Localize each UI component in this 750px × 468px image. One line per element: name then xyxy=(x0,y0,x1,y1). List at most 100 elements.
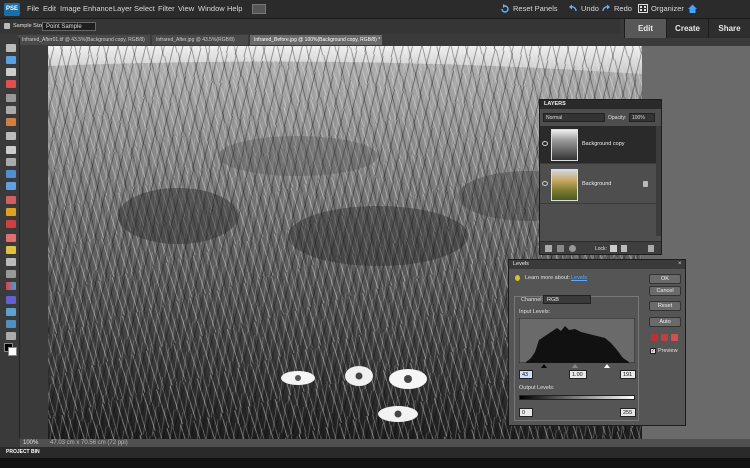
doc-tab-after01[interactable]: Infrared_After01.tif @ 43.5%(Background … xyxy=(18,35,150,45)
layer-mask-icon[interactable] xyxy=(569,245,576,252)
zoom-level[interactable]: 100% xyxy=(23,439,38,447)
blend-mode-select[interactable]: Normal xyxy=(543,113,605,122)
clone-stamp-tool-icon[interactable] xyxy=(6,220,16,228)
white-point-eyedropper-icon[interactable] xyxy=(671,334,678,341)
output-levels-label: Output Levels: xyxy=(519,385,555,391)
levels-dialog-title: Levels xyxy=(509,260,685,269)
input-black-slider[interactable] xyxy=(541,364,547,368)
new-layer-icon[interactable] xyxy=(545,245,552,252)
input-gamma-field[interactable]: 1.00 xyxy=(569,370,587,379)
learn-more-link[interactable]: Levels xyxy=(571,275,587,281)
red-eye-tool-icon[interactable] xyxy=(6,196,16,204)
lock-all-icon[interactable] xyxy=(621,245,627,252)
shape-tool-icon[interactable] xyxy=(6,296,16,304)
adjustment-layer-icon[interactable] xyxy=(557,245,564,252)
type-tool-icon[interactable] xyxy=(6,146,16,154)
crop-tool-icon[interactable] xyxy=(6,158,16,166)
tab-create[interactable]: Create xyxy=(666,19,708,38)
lock-label: Lock: xyxy=(595,246,607,252)
histogram xyxy=(519,318,635,363)
input-white-slider[interactable] xyxy=(604,364,610,368)
layer-row-background[interactable]: Background xyxy=(540,166,656,204)
output-black-field[interactable]: 0 xyxy=(519,408,533,417)
cancel-button[interactable]: Cancel xyxy=(649,286,681,296)
undo-button[interactable]: Undo xyxy=(568,4,599,13)
doc-tab-before[interactable]: Infrared_Before.jpg @ 100%(Background co… xyxy=(250,35,382,45)
layers-footer: Lock: xyxy=(540,241,661,254)
zoom-tool-icon[interactable] xyxy=(6,56,16,64)
status-bar: 100% 47.03 cm x 70.56 cm (72 ppi) xyxy=(20,439,750,447)
menu-view[interactable]: View xyxy=(178,4,194,13)
eyedropper-tool-icon[interactable] xyxy=(6,80,16,88)
eraser-tool-icon[interactable] xyxy=(6,234,16,242)
sponge-tool-icon[interactable] xyxy=(6,320,16,328)
menu-filter[interactable]: Filter xyxy=(158,4,175,13)
layers-panel-title: LAYERS xyxy=(540,100,661,109)
menu-window[interactable]: Window xyxy=(198,4,225,13)
input-gamma-slider[interactable] xyxy=(572,364,578,368)
redo-button[interactable]: Redo xyxy=(601,4,632,13)
background-color-swatch[interactable] xyxy=(8,347,17,356)
recompose-tool-icon[interactable] xyxy=(6,170,16,178)
gradient-tool-icon[interactable] xyxy=(6,282,16,290)
tab-edit[interactable]: Edit xyxy=(624,19,666,38)
paint-bucket-tool-icon[interactable] xyxy=(6,270,16,278)
menu-enhance[interactable]: Enhance xyxy=(83,4,113,13)
output-white-field[interactable]: 255 xyxy=(620,408,636,417)
organizer-button[interactable]: Organizer xyxy=(638,4,684,13)
document-tabs: Infrared_After01.tif @ 43.5%(Background … xyxy=(18,35,630,45)
visibility-eye-icon[interactable] xyxy=(542,181,548,186)
layer-name: Background xyxy=(582,181,612,187)
menu-help[interactable]: Help xyxy=(227,4,242,13)
opacity-field[interactable]: 100% xyxy=(629,113,655,122)
ok-button[interactable]: OK xyxy=(649,274,681,284)
reset-panels-button[interactable]: Reset Panels xyxy=(500,4,558,13)
menu-select[interactable]: Select xyxy=(134,4,155,13)
tab-share[interactable]: Share xyxy=(708,19,750,38)
hand-tool-icon[interactable] xyxy=(6,68,16,76)
document-dimensions: 47.03 cm x 70.56 cm (72 ppi) xyxy=(50,440,128,446)
sample-size-select[interactable]: Point Sample xyxy=(42,22,96,31)
close-icon[interactable]: × xyxy=(678,261,684,267)
magic-wand-tool-icon[interactable] xyxy=(6,118,16,126)
input-white-field[interactable]: 191 xyxy=(620,370,636,379)
input-levels-label: Input Levels: xyxy=(519,309,551,315)
preview-checkbox[interactable]: ✓ xyxy=(650,348,656,354)
lock-transparency-icon[interactable] xyxy=(610,245,617,252)
menu-image[interactable]: Image xyxy=(60,4,81,13)
input-black-field[interactable]: 43 xyxy=(519,370,533,379)
move-tool-icon[interactable] xyxy=(6,44,16,52)
auto-button[interactable]: Auto xyxy=(649,317,681,327)
learn-more-label: Learn more about: xyxy=(525,275,570,281)
menu-edit[interactable]: Edit xyxy=(43,4,56,13)
arrange-icon[interactable] xyxy=(252,4,266,14)
smart-brush-tool-icon[interactable] xyxy=(6,258,16,266)
reset-button[interactable]: Reset xyxy=(649,301,681,311)
layers-scrollbar[interactable] xyxy=(656,126,661,236)
menu-layer[interactable]: Layer xyxy=(113,4,132,13)
black-point-eyedropper-icon[interactable] xyxy=(651,334,658,341)
trash-icon[interactable] xyxy=(648,245,654,252)
home-icon[interactable] xyxy=(687,3,698,14)
cookie-cutter-tool-icon[interactable] xyxy=(6,182,16,190)
lasso-tool-icon[interactable] xyxy=(6,106,16,114)
project-bin-bar[interactable]: PROJECT BIN xyxy=(0,447,750,458)
marquee-tool-icon[interactable] xyxy=(6,94,16,102)
redo-icon xyxy=(602,4,610,12)
spot-healing-tool-icon[interactable] xyxy=(6,208,16,216)
levels-dialog: Levels × Learn more about: Levels Channe… xyxy=(508,259,686,426)
selection-brush-tool-icon[interactable] xyxy=(6,132,16,140)
layer-row-background-copy[interactable]: Background copy xyxy=(540,126,656,164)
blur-tool-icon[interactable] xyxy=(6,308,16,316)
channel-select[interactable]: RGB xyxy=(543,295,591,304)
gray-point-eyedropper-icon[interactable] xyxy=(661,334,668,341)
organizer-icon xyxy=(638,4,648,13)
menu-file[interactable]: File xyxy=(27,4,39,13)
brush-tool-icon[interactable] xyxy=(6,246,16,254)
layers-panel: LAYERS Normal Opacity: 100% Background c… xyxy=(539,99,662,255)
pencil-tool-icon[interactable] xyxy=(6,332,16,340)
lightbulb-icon xyxy=(515,275,520,281)
menu-bar: PSE File Edit Image Enhance Layer Select… xyxy=(0,0,750,19)
visibility-eye-icon[interactable] xyxy=(542,141,548,146)
doc-tab-after[interactable]: Infrared_After.jpg @ 43.5%(RGB/8) xyxy=(152,35,248,45)
